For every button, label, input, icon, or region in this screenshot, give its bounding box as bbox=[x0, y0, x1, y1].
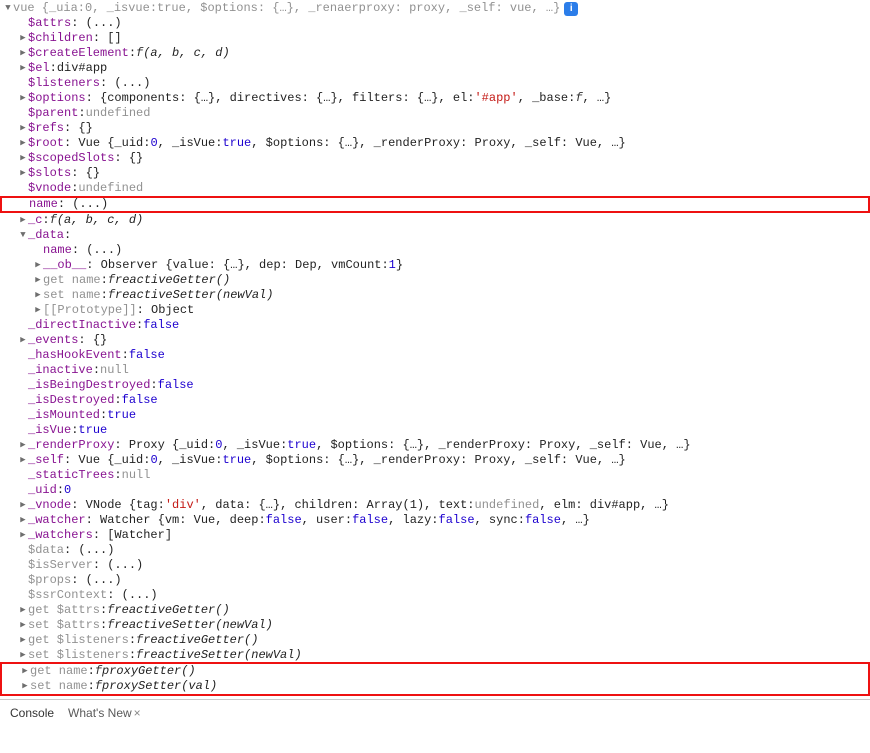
expand-arrow-icon[interactable]: ▶ bbox=[18, 91, 28, 106]
tree-row[interactable]: ▶set name: f reactiveSetter(newVal) bbox=[0, 288, 870, 303]
tree-row[interactable]: ▶$slots: {} bbox=[0, 166, 870, 181]
expand-arrow-icon[interactable]: ▶ bbox=[18, 603, 28, 618]
tree-row[interactable]: ▶$parent: undefined bbox=[0, 106, 870, 121]
close-icon[interactable]: × bbox=[134, 706, 141, 720]
expand-arrow-icon[interactable]: ▶ bbox=[18, 213, 28, 228]
tree-row[interactable]: ▶$isServer: (...) bbox=[0, 558, 870, 573]
tree-row[interactable]: ▶_staticTrees: null bbox=[0, 468, 870, 483]
expand-arrow-icon[interactable]: ▶ bbox=[18, 136, 28, 151]
highlight-box: ▶get name: f proxyGetter()▶set name: f p… bbox=[0, 662, 870, 696]
expand-arrow-icon[interactable]: ▶ bbox=[33, 258, 43, 273]
tree-row[interactable]: ▶_vnode: VNode {tag: 'div', data: {…}, c… bbox=[0, 498, 870, 513]
expand-arrow-icon[interactable]: ▶ bbox=[18, 166, 28, 181]
tab-console[interactable]: Console bbox=[10, 704, 54, 723]
tree-row[interactable]: ▶_hasHookEvent: false bbox=[0, 348, 870, 363]
tree-row[interactable]: ▶$refs: {} bbox=[0, 121, 870, 136]
expand-arrow-icon[interactable]: ▶ bbox=[18, 453, 28, 468]
expand-arrow-icon[interactable]: ▶ bbox=[20, 679, 30, 694]
expand-arrow-icon[interactable]: ▶ bbox=[33, 288, 43, 303]
expand-arrow-icon[interactable]: ▶ bbox=[18, 121, 28, 136]
expand-arrow-icon[interactable]: ▶ bbox=[33, 273, 43, 288]
tree-row[interactable]: ▶$listeners: (...) bbox=[0, 76, 870, 91]
tree-row[interactable]: ▶_uid: 0 bbox=[0, 483, 870, 498]
tree-row[interactable]: ▶$options: {components: {…}, directives:… bbox=[0, 91, 870, 106]
tree-row[interactable]: ▼_data: bbox=[0, 228, 870, 243]
expand-arrow-icon[interactable]: ▶ bbox=[18, 648, 28, 663]
tree-row[interactable]: ▶name: (...) bbox=[0, 196, 870, 213]
tree-row[interactable]: ▶$data: (...) bbox=[0, 543, 870, 558]
tree-row[interactable]: ▶__ob__: Observer {value: {…}, dep: Dep,… bbox=[0, 258, 870, 273]
tree-row[interactable]: ▶_renderProxy: Proxy {_uid: 0, _isVue: t… bbox=[0, 438, 870, 453]
tree-row[interactable]: ▶$vnode: undefined bbox=[0, 181, 870, 196]
object-tree[interactable]: ▼vue {_uia: 0, _isvue: true, $options: {… bbox=[0, 0, 870, 696]
info-icon[interactable]: i bbox=[564, 2, 578, 16]
tab-whats-new[interactable]: What's New× bbox=[68, 704, 141, 723]
expand-arrow-icon[interactable]: ▼ bbox=[3, 1, 13, 16]
expand-arrow-icon[interactable]: ▼ bbox=[18, 228, 28, 243]
tree-row[interactable]: ▶set name: f proxySetter(val) bbox=[2, 679, 866, 694]
tree-row[interactable]: ▶$scopedSlots: {} bbox=[0, 151, 870, 166]
tree-row[interactable]: ▶_isVue: true bbox=[0, 423, 870, 438]
tree-row[interactable]: ▶[[Prototype]]: Object bbox=[0, 303, 870, 318]
tree-row[interactable]: ▶$children: [] bbox=[0, 31, 870, 46]
tree-row[interactable]: ▶_isMounted: true bbox=[0, 408, 870, 423]
expand-arrow-icon[interactable]: ▶ bbox=[18, 633, 28, 648]
expand-arrow-icon[interactable]: ▶ bbox=[18, 528, 28, 543]
tree-row[interactable]: ▶get $attrs: f reactiveGetter() bbox=[0, 603, 870, 618]
tree-row[interactable]: ▶_c: f (a, b, c, d) bbox=[0, 213, 870, 228]
expand-arrow-icon[interactable]: ▶ bbox=[18, 151, 28, 166]
expand-arrow-icon[interactable]: ▶ bbox=[18, 31, 28, 46]
tree-row[interactable]: ▶$root: Vue {_uid: 0, _isVue: true, $opt… bbox=[0, 136, 870, 151]
tree-row[interactable]: ▶get name: f reactiveGetter() bbox=[0, 273, 870, 288]
tree-row[interactable]: ▶_directInactive: false bbox=[0, 318, 870, 333]
expand-arrow-icon[interactable]: ▶ bbox=[18, 498, 28, 513]
tree-row[interactable]: ▶$props: (...) bbox=[0, 573, 870, 588]
tree-row[interactable]: ▶_self: Vue {_uid: 0, _isVue: true, $opt… bbox=[0, 453, 870, 468]
tree-row[interactable]: ▼vue {_uia: 0, _isvue: true, $options: {… bbox=[0, 1, 870, 16]
tree-row[interactable]: ▶$ssrContext: (...) bbox=[0, 588, 870, 603]
tree-row[interactable]: ▶_isDestroyed: false bbox=[0, 393, 870, 408]
tree-row[interactable]: ▶name: (...) bbox=[0, 243, 870, 258]
expand-arrow-icon[interactable]: ▶ bbox=[18, 61, 28, 76]
tree-row[interactable]: ▶_isBeingDestroyed: false bbox=[0, 378, 870, 393]
tree-row[interactable]: ▶_watchers: [Watcher] bbox=[0, 528, 870, 543]
tree-row[interactable]: ▶$attrs: (...) bbox=[0, 16, 870, 31]
drawer-tabs: Console What's New× bbox=[0, 699, 870, 725]
tree-row[interactable]: ▶get $listeners: f reactiveGetter() bbox=[0, 633, 870, 648]
expand-arrow-icon[interactable]: ▶ bbox=[18, 618, 28, 633]
expand-arrow-icon[interactable]: ▶ bbox=[18, 513, 28, 528]
tree-row[interactable]: ▶$createElement: f (a, b, c, d) bbox=[0, 46, 870, 61]
tree-row[interactable]: ▶set $listeners: f reactiveSetter(newVal… bbox=[0, 648, 870, 663]
expand-arrow-icon[interactable]: ▶ bbox=[33, 303, 43, 318]
expand-arrow-icon[interactable]: ▶ bbox=[18, 46, 28, 61]
tree-row[interactable]: ▶get name: f proxyGetter() bbox=[2, 664, 866, 679]
tree-row[interactable]: ▶set $attrs: f reactiveSetter(newVal) bbox=[0, 618, 870, 633]
tree-row[interactable]: ▶_watcher: Watcher {vm: Vue, deep: false… bbox=[0, 513, 870, 528]
expand-arrow-icon[interactable]: ▶ bbox=[18, 438, 28, 453]
expand-arrow-icon[interactable]: ▶ bbox=[20, 664, 30, 679]
tree-row[interactable]: ▶_inactive: null bbox=[0, 363, 870, 378]
tree-row[interactable]: ▶$el: div#app bbox=[0, 61, 870, 76]
expand-arrow-icon[interactable]: ▶ bbox=[18, 333, 28, 348]
tree-row[interactable]: ▶_events: {} bbox=[0, 333, 870, 348]
